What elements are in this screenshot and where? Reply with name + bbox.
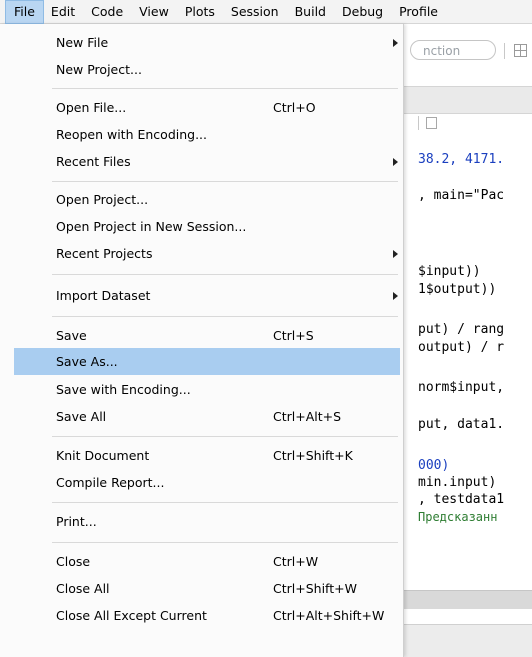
menu-item-save[interactable]: Save Ctrl+S — [14, 322, 400, 349]
menu-file[interactable]: File — [5, 0, 44, 24]
code-line[interactable]: 1$output)) — [418, 282, 496, 298]
code-line[interactable]: 38.2, 4171. — [418, 152, 504, 168]
menu-item-shortcut: Ctrl+Alt+Shift+W — [273, 608, 385, 623]
menu-item-label: Open File... — [56, 100, 127, 115]
menu-code[interactable]: Code — [83, 1, 131, 23]
menu-item-label: Import Dataset — [56, 288, 151, 303]
menu-item-label: Knit Document — [56, 448, 150, 463]
horizontal-scrollbar[interactable] — [404, 590, 532, 609]
menu-item-close-all-except-current[interactable]: Close All Except Current Ctrl+Alt+Shift+… — [14, 602, 400, 629]
menu-item-shortcut: Ctrl+Alt+S — [273, 409, 342, 424]
main-toolbar: nction — [404, 37, 532, 65]
menu-plots[interactable]: Plots — [177, 1, 223, 23]
menu-item-compile-report[interactable]: Compile Report... — [14, 469, 400, 496]
menu-item-shortcut: Ctrl+Shift+W — [273, 581, 357, 596]
menu-item-label: Save with Encoding... — [56, 382, 191, 397]
menu-item-open-file[interactable]: Open File... Ctrl+O — [14, 94, 400, 121]
menu-item-label: Open Project in New Session... — [56, 219, 247, 234]
code-line[interactable]: norm$input, — [418, 380, 504, 396]
menu-view[interactable]: View — [131, 1, 177, 23]
menu-separator — [52, 436, 398, 437]
menu-item-label: Compile Report... — [56, 475, 165, 490]
menu-item-label: Save As... — [56, 354, 118, 369]
console-pane-header — [404, 624, 532, 657]
menu-separator — [52, 88, 398, 89]
menu-item-label: Close All — [56, 581, 110, 596]
code-line[interactable]: Предсказанн — [418, 509, 497, 525]
menu-item-shortcut: Ctrl+O — [273, 100, 316, 115]
menu-separator — [52, 181, 398, 182]
menu-item-shortcut: Ctrl+W — [273, 554, 319, 569]
menu-item-label: Close All Except Current — [56, 608, 207, 623]
menu-item-label: Print... — [56, 514, 97, 529]
menu-session[interactable]: Session — [223, 1, 287, 23]
menu-item-save-with-encoding[interactable]: Save with Encoding... — [14, 376, 400, 403]
code-line[interactable]: min.input) — [418, 475, 496, 491]
code-line[interactable]: , testdata1 — [418, 492, 504, 508]
menu-edit[interactable]: Edit — [43, 1, 83, 23]
menu-separator — [52, 542, 398, 543]
editor-toolbar — [404, 112, 532, 134]
menu-item-save-as[interactable]: Save As... — [14, 348, 400, 375]
menu-item-label: Open Project... — [56, 192, 149, 207]
menu-profile[interactable]: Profile — [391, 1, 446, 23]
editor-tab-strip — [404, 86, 532, 114]
menu-item-label: Save — [56, 328, 87, 343]
menu-separator — [52, 502, 398, 503]
grid-icon[interactable] — [514, 44, 527, 57]
menu-item-print[interactable]: Print... — [14, 508, 400, 535]
menu-item-shortcut: Ctrl+S — [273, 328, 314, 343]
menu-item-new-project[interactable]: New Project... — [14, 56, 400, 83]
menu-item-label: Save All — [56, 409, 107, 424]
menu-debug[interactable]: Debug — [334, 1, 391, 23]
menu-item-knit-document[interactable]: Knit Document Ctrl+Shift+K — [14, 442, 400, 469]
code-line[interactable]: 000) — [418, 458, 449, 474]
file-menu-dropdown: New File New Project... Open File... Ctr… — [0, 24, 404, 657]
code-line[interactable]: output) / r — [418, 340, 504, 356]
menu-item-label: New File — [56, 35, 109, 50]
toolbar-divider — [418, 116, 419, 130]
menu-item-new-file[interactable]: New File — [14, 29, 400, 56]
menu-item-close[interactable]: Close Ctrl+W — [14, 548, 400, 575]
menu-item-label: Close — [56, 554, 91, 569]
code-line[interactable]: $input)) — [418, 264, 481, 280]
menu-item-label: Recent Files — [56, 154, 131, 169]
menu-item-close-all[interactable]: Close All Ctrl+Shift+W — [14, 575, 400, 602]
menu-item-import-dataset[interactable]: Import Dataset — [14, 282, 400, 309]
menu-item-shortcut: Ctrl+Shift+K — [273, 448, 353, 463]
document-outline-icon[interactable] — [426, 117, 437, 129]
menu-item-label: Reopen with Encoding... — [56, 127, 208, 142]
code-line[interactable]: put) / rang — [418, 322, 504, 338]
code-line[interactable]: put, data1. — [418, 417, 504, 433]
menu-bar: File Edit Code View Plots Session Build … — [0, 0, 532, 24]
menu-item-reopen-with-encoding[interactable]: Reopen with Encoding... — [14, 121, 400, 148]
toolbar-divider — [504, 43, 505, 59]
menu-separator — [52, 316, 398, 317]
menu-build[interactable]: Build — [287, 1, 334, 23]
editor-background: nction 38.2, 4171. , main="Рас $input)) … — [404, 24, 532, 657]
submenu-arrow-icon — [393, 250, 398, 258]
code-line[interactable]: , main="Рас — [418, 188, 504, 204]
menu-item-open-project[interactable]: Open Project... — [14, 186, 400, 213]
menu-item-label: New Project... — [56, 62, 142, 77]
submenu-arrow-icon — [393, 292, 398, 300]
menu-item-open-project-new-session[interactable]: Open Project in New Session... — [14, 213, 400, 240]
menu-item-recent-files[interactable]: Recent Files — [14, 148, 400, 175]
submenu-arrow-icon — [393, 158, 398, 166]
submenu-arrow-icon — [393, 39, 398, 47]
go-to-function-input[interactable]: nction — [410, 40, 496, 60]
menu-item-save-all[interactable]: Save All Ctrl+Alt+S — [14, 403, 400, 430]
menu-item-label: Recent Projects — [56, 246, 153, 261]
menu-item-recent-projects[interactable]: Recent Projects — [14, 240, 400, 267]
menu-separator — [52, 274, 398, 275]
